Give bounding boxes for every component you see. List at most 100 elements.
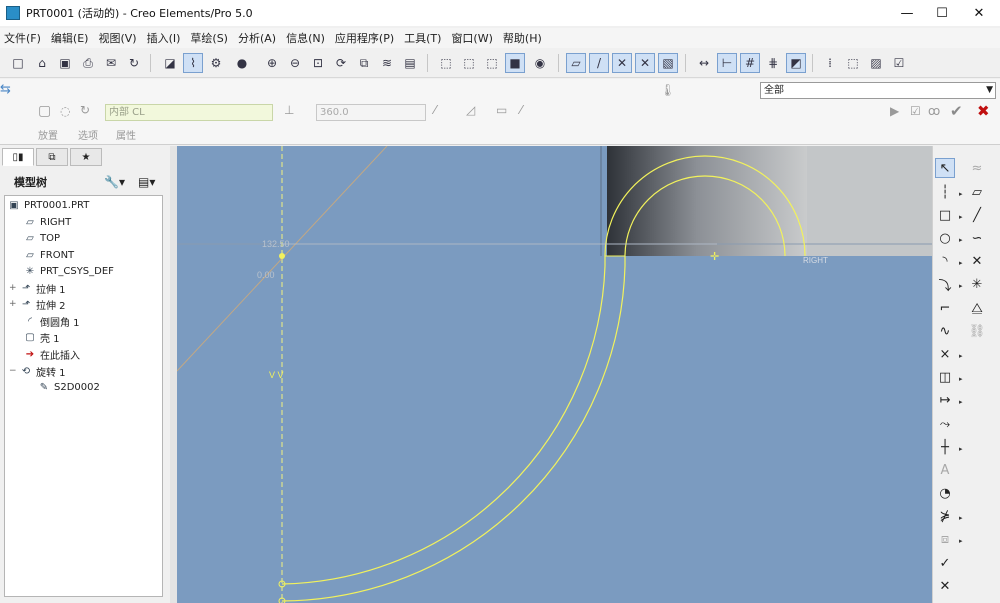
zoom-out-icon[interactable]: ⊖ [285, 53, 305, 73]
print-icon[interactable]: ⎙ [78, 53, 98, 73]
line-icon[interactable]: ╱ [967, 205, 987, 225]
tree-node-revolve[interactable]: − ⟲ 旋转 1 [9, 363, 66, 379]
saved-views-icon[interactable]: ⧉ [354, 53, 374, 73]
menu-insert[interactable]: 插入(I) [143, 30, 185, 46]
maximize-button[interactable]: ☐ [925, 0, 959, 26]
sketch-palette-icon[interactable]: ◔ [935, 483, 955, 503]
send-mail-icon[interactable]: ✉ [101, 53, 121, 73]
datum-points-display-icon[interactable]: ✕ [612, 53, 632, 73]
selection-filter-select[interactable]: 全部 ▼ [760, 82, 996, 99]
constraint-display-icon[interactable]: ⊢ [717, 53, 737, 73]
menu-tools[interactable]: 工具(T) [400, 30, 445, 46]
collapse-icon[interactable]: − [9, 366, 18, 376]
datum-plane-sketch-icon[interactable]: ▱ [967, 182, 987, 202]
menu-help[interactable]: 帮助(H) [499, 30, 546, 46]
dimension-icon[interactable]: ↦ [935, 390, 955, 410]
menu-applications[interactable]: 应用程序(P) [331, 30, 398, 46]
angle-type-icon[interactable]: ⊥ [284, 103, 294, 117]
chamfer-icon[interactable]: ⌐ [935, 298, 955, 318]
conic-icon[interactable]: ∿ [935, 321, 955, 341]
flyout-arrow-icon[interactable]: ▸ [959, 445, 963, 453]
verify-checkbox-icon[interactable]: ☑ [910, 104, 921, 118]
thicken-flip-icon[interactable]: ⁄ [520, 103, 522, 117]
appearance-icon[interactable]: ● [232, 53, 252, 73]
menu-analysis[interactable]: 分析(A) [234, 30, 280, 46]
relations-icon[interactable]: ⚙ [206, 53, 226, 73]
axis-collector-field[interactable]: 内部 CL [105, 104, 273, 121]
text-icon[interactable]: A [935, 460, 955, 480]
menu-info[interactable]: 信息(N) [282, 30, 329, 46]
tab-folder-browser[interactable]: ⧉ [36, 148, 68, 166]
overlap-icon[interactable]: ⁞ [820, 53, 840, 73]
layers-icon[interactable]: ≋ [377, 53, 397, 73]
surface-type-icon[interactable]: ◌ [60, 104, 70, 118]
done-check-icon[interactable]: ✓ [935, 553, 955, 573]
cancel-x-icon[interactable]: ✖ [977, 102, 990, 120]
flyout-arrow-icon[interactable]: ▸ [959, 537, 963, 545]
dim-display-icon[interactable]: ↔ [694, 53, 714, 73]
verify-sketch-icon[interactable]: ☑ [889, 53, 909, 73]
modify-icon[interactable]: ⤳ [935, 414, 955, 434]
flyout-arrow-icon[interactable]: ▸ [959, 398, 963, 406]
regenerate-icon[interactable]: ↻ [124, 53, 144, 73]
offset-icon[interactable]: ◫ [935, 367, 955, 387]
csys-display-icon[interactable]: ✕ [635, 53, 655, 73]
tree-node-front[interactable]: ▱ FRONT [23, 247, 74, 263]
sketch-point-icon[interactable]: × [935, 344, 955, 364]
panel-splitter[interactable] [170, 146, 177, 603]
ok-check-icon[interactable]: ✔ [950, 102, 963, 120]
tree-node-top[interactable]: ▱ TOP [23, 230, 60, 246]
tree-show-icon[interactable]: ▤▾ [138, 175, 155, 189]
sketch-view-icon[interactable]: ◪ [160, 53, 180, 73]
flip-angle-icon[interactable]: ⁄ [434, 103, 436, 117]
expand-icon[interactable]: + [9, 283, 18, 293]
save-icon[interactable]: ▣ [55, 53, 75, 73]
tab-model-tree[interactable]: ▯▮ [2, 148, 34, 166]
dimension-text-1[interactable]: 132.50 [262, 239, 290, 249]
palette-icon[interactable]: ⧋ [967, 298, 987, 318]
link-icon[interactable]: ⛓ [967, 321, 987, 341]
graphics-canvas[interactable]: 132.50 0.00 V V RIGHT ✛ [177, 146, 932, 603]
flyout-arrow-icon[interactable]: ▸ [959, 352, 963, 360]
flyout-arrow-icon[interactable]: ▸ [959, 259, 963, 267]
rectangle-icon[interactable]: □ [935, 205, 955, 225]
flyout-arrow-icon[interactable]: ▸ [959, 236, 963, 244]
preview-glasses-icon[interactable]: ꝏ [928, 104, 940, 118]
trim-icon[interactable]: ⋡ [935, 506, 955, 526]
tree-node-extrude-1[interactable]: + ⬏ 拉伸 1 [9, 280, 66, 296]
wireframe-icon[interactable]: ⬚ [436, 53, 456, 73]
sketch-orient-icon[interactable]: ◩ [786, 53, 806, 73]
menu-sketch[interactable]: 草绘(S) [186, 30, 232, 46]
remove-material-icon[interactable]: ◿ [466, 103, 475, 117]
spline-tool-icon[interactable]: ⌇ [183, 53, 203, 73]
tree-node-part[interactable]: ▣ PRT0001.PRT [7, 197, 89, 213]
grid-display-icon[interactable]: # [740, 53, 760, 73]
expand-icon[interactable]: + [9, 299, 18, 309]
vertex-display-icon[interactable]: ⋕ [763, 53, 783, 73]
reorient-icon[interactable]: ⟳ [331, 53, 351, 73]
tree-node-sketch[interactable]: ✎ S2D0002 [37, 379, 100, 395]
zoom-in-icon[interactable]: ⊕ [262, 53, 282, 73]
tree-node-csys[interactable]: ✳ PRT_CSYS_DEF [23, 263, 114, 279]
centerline-icon[interactable]: ┆ [935, 182, 955, 202]
flyout-arrow-icon[interactable]: ▸ [959, 514, 963, 522]
flyout-arrow-icon[interactable]: ▸ [959, 282, 963, 290]
constraints-icon[interactable]: ┼ [935, 437, 955, 457]
tree-settings-icon[interactable]: 🔧▾ [104, 175, 125, 189]
coordinate-system-icon[interactable]: ✳ [967, 274, 987, 294]
pause-icon[interactable]: ▶ [890, 104, 899, 118]
flyout-arrow-icon[interactable]: ▸ [959, 190, 963, 198]
solid-type-icon[interactable]: ▢ [38, 103, 51, 119]
flyout-arrow-icon[interactable]: ▸ [959, 213, 963, 221]
flip-direction-icon[interactable]: ↻ [80, 103, 90, 117]
point-icon[interactable]: ✕ [967, 251, 987, 271]
annotation-display-icon[interactable]: ▧ [658, 53, 678, 73]
tree-node-round[interactable]: ◜ 倒圆角 1 [23, 313, 79, 329]
datum-axes-display-icon[interactable]: / [589, 53, 609, 73]
menu-window[interactable]: 窗口(W) [447, 30, 496, 46]
tree-node-shell[interactable]: ▢ 壳 1 [23, 329, 59, 345]
fillet-icon[interactable]: ⤵ [935, 274, 955, 294]
menu-file[interactable]: 文件(F) [0, 30, 45, 46]
menu-view[interactable]: 视图(V) [94, 30, 140, 46]
open-file-icon[interactable]: ⌂ [32, 53, 52, 73]
